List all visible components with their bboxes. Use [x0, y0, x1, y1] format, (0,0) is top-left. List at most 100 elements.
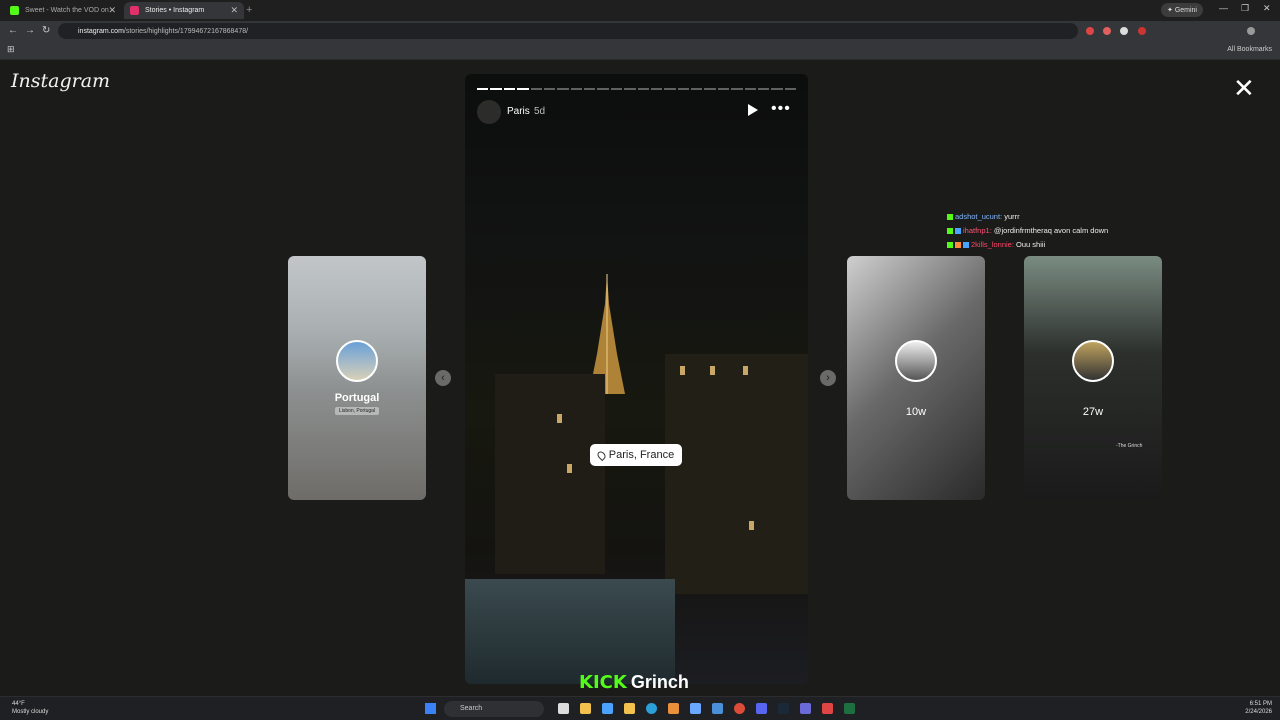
chat-username: adshot_ucunt: [955, 212, 1003, 221]
chat-text: yurrr [1004, 212, 1020, 221]
clock[interactable]: 6:51 PM 2/24/2026 [1245, 700, 1272, 716]
app-icon[interactable] [690, 703, 701, 714]
progress-segment [584, 88, 596, 90]
progress-segment [530, 88, 542, 90]
weather-widget[interactable]: 44°F Mostly cloudy [12, 700, 48, 716]
tab-title: Sweet - Watch the VOD on [25, 7, 109, 14]
tab-title: Stories • Instagram [145, 7, 205, 14]
progress-segment [610, 88, 623, 90]
kick-logo: KICK [579, 672, 627, 693]
chat-message: ihatfnp1: @jordinfrmtheraq avon calm dow… [947, 224, 1108, 238]
chevron-right-icon[interactable]: › [820, 370, 836, 386]
discord-icon[interactable] [756, 703, 767, 714]
tab-instagram[interactable]: Stories • Instagram ✕ [124, 2, 244, 19]
location-text: Paris, France [608, 449, 675, 461]
chat-username: ihatfnp1: [963, 226, 992, 235]
more-options-icon[interactable]: ••• [771, 100, 791, 118]
close-icon[interactable]: ✕ [1233, 75, 1255, 101]
maximize-icon[interactable]: ❐ [1241, 3, 1249, 14]
kick-badge-icon [947, 242, 953, 249]
window-close-icon[interactable]: ✕ [1263, 3, 1271, 14]
extension-icon[interactable] [1138, 27, 1146, 35]
extension-icon[interactable] [1103, 27, 1111, 35]
extension-icon[interactable] [1120, 27, 1128, 35]
new-tab-icon[interactable]: + [246, 4, 252, 16]
play-icon[interactable] [748, 104, 758, 116]
chat-text: @jordinfrmtheraq avon calm down [993, 226, 1109, 235]
app-icon[interactable] [800, 703, 811, 714]
progress-segment [570, 88, 582, 90]
progress-segment [704, 88, 716, 90]
progress-segment [650, 88, 663, 90]
gemini-label: Gemini [1174, 6, 1197, 14]
card-age: 10w [905, 406, 927, 418]
search-placeholder: Search [460, 705, 483, 712]
app-icon[interactable] [602, 703, 613, 714]
reload-icon[interactable]: ↻ [42, 25, 50, 36]
kick-favicon-icon [10, 6, 19, 15]
avatar[interactable] [477, 100, 501, 124]
windows-start-icon[interactable] [425, 703, 436, 714]
avatar [895, 340, 937, 382]
story-progress-bar [477, 88, 796, 90]
gemini-button[interactable]: ✦ Gemini [1161, 3, 1203, 17]
file-explorer-icon[interactable] [580, 703, 591, 714]
all-bookmarks[interactable]: All Bookmarks [1227, 46, 1272, 53]
tab-close-icon[interactable]: ✕ [108, 5, 116, 16]
edge-icon[interactable] [646, 703, 657, 714]
location-pin-icon [595, 449, 607, 461]
chevron-left-icon[interactable]: ‹ [435, 370, 451, 386]
forward-icon[interactable]: → [25, 25, 35, 36]
app-icon[interactable] [668, 703, 679, 714]
apps-grid-icon[interactable]: ⊞ [7, 44, 15, 55]
extension-icon[interactable] [1086, 27, 1094, 35]
folder-icon[interactable] [624, 703, 635, 714]
browser-chrome: Sweet - Watch the VOD on ✕ Stories • Ins… [0, 0, 1280, 60]
address-row: ← → ↻ instagram.com/stories/highlights/1… [0, 21, 1280, 41]
card-caption: -The Grinch [1116, 443, 1143, 449]
instagram-stories-viewer: Instagram ✕ Portugal Lisbon, Portugal ‹ … [0, 60, 1280, 696]
avatar [1072, 340, 1114, 382]
back-icon[interactable]: ← [8, 25, 18, 36]
progress-segment [637, 88, 649, 90]
address-bar[interactable]: instagram.com/stories/highlights/1799467… [58, 23, 1078, 39]
excel-icon[interactable] [844, 703, 855, 714]
instagram-favicon-icon [130, 6, 139, 15]
story-card-27w[interactable]: 27w -The Grinch [1024, 256, 1162, 500]
story-username[interactable]: Paris [507, 106, 530, 117]
card-title: Portugal [334, 392, 380, 404]
instagram-logo[interactable]: Instagram [11, 70, 110, 92]
avatar [336, 340, 378, 382]
tab-close-icon[interactable]: ✕ [230, 5, 238, 16]
card-age: 27w [1082, 406, 1104, 418]
progress-segment [543, 88, 556, 90]
weather-desc: Mostly cloudy [12, 709, 49, 715]
kick-badge-icon [947, 228, 953, 235]
taskbar-search[interactable]: Search [444, 701, 544, 717]
card-location: Lisbon, Portugal [335, 407, 379, 415]
progress-segment [597, 88, 609, 90]
minimize-icon[interactable]: — [1219, 3, 1228, 13]
profile-avatar[interactable] [1247, 27, 1255, 35]
chrome-icon[interactable] [734, 703, 745, 714]
sub-badge-icon [955, 228, 961, 235]
progress-segment [517, 88, 529, 90]
progress-segment [731, 88, 743, 90]
story-card-10w[interactable]: 10w [847, 256, 985, 500]
chat-message: adshot_ucunt: yurrr [947, 210, 1108, 224]
progress-segment [677, 88, 689, 90]
steam-icon[interactable] [778, 703, 789, 714]
app-icon[interactable] [822, 703, 833, 714]
progress-segment [771, 88, 783, 90]
progress-segment [784, 88, 796, 90]
kick-badge-icon [947, 214, 953, 221]
task-view-icon[interactable] [558, 703, 569, 714]
progress-segment [664, 88, 676, 90]
app-icon[interactable] [712, 703, 723, 714]
story-card-portugal[interactable]: Portugal Lisbon, Portugal [288, 256, 426, 500]
tab-kick[interactable]: Sweet - Watch the VOD on ✕ [4, 2, 122, 19]
location-sticker[interactable]: Paris, France [590, 444, 682, 466]
fire-badge-icon [955, 242, 961, 249]
progress-segment [503, 88, 516, 90]
active-story[interactable]: Paris 5d ••• Paris, France [465, 74, 808, 684]
